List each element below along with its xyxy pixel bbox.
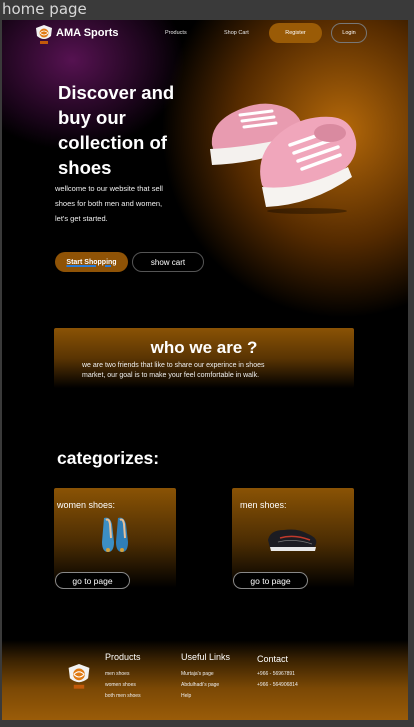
logo-icon xyxy=(36,25,52,44)
page-frame: AMA Sports Products Shop Cart Register L… xyxy=(2,20,408,720)
about-text-line: market, our goal is to make your feel co… xyxy=(82,372,260,379)
hero-title-line: buy our xyxy=(58,107,126,128)
go-to-men-page-button[interactable]: go to page xyxy=(233,572,308,589)
about-text-line: we are two friends that like to share ou… xyxy=(82,362,265,369)
hero-title: Discover and buy our collection of shoes xyxy=(58,80,198,180)
women-shoes-image xyxy=(102,517,128,552)
footer-link-both-shoes[interactable]: both men shoes xyxy=(105,693,141,699)
footer-link-murtaja[interactable]: Murtaja's page xyxy=(181,671,214,677)
hero-text-line: wellcome to our website that sell xyxy=(55,184,163,193)
window-title: home page xyxy=(2,0,87,18)
footer-phone: +966 - 56967891 xyxy=(257,671,295,677)
hero-text-line: shoes for both men and women, xyxy=(55,199,163,208)
hero-title-line: collection of xyxy=(58,132,167,153)
hero-title-line: shoes xyxy=(58,157,112,178)
start-shopping-button[interactable]: Start Shopping xyxy=(55,252,128,272)
footer-products-title: Products xyxy=(105,652,141,662)
go-to-women-page-button[interactable]: go to page xyxy=(55,572,130,589)
men-shoes-image xyxy=(268,529,317,551)
footer-phone: +966 - 564906814 xyxy=(257,682,298,688)
footer-link-men-shoes[interactable]: men shoes xyxy=(105,671,129,677)
register-button[interactable]: Register xyxy=(269,23,322,43)
category-label: men shoes: xyxy=(240,500,287,510)
footer-link-help[interactable]: Help xyxy=(181,693,191,699)
nav-products[interactable]: Products xyxy=(165,30,187,36)
footer: Products men shoes women shoes both men … xyxy=(2,640,408,720)
footer-link-abdulhadi[interactable]: Abdulhadi's page xyxy=(181,682,219,688)
login-button[interactable]: Login xyxy=(331,23,367,43)
footer-link-women-shoes[interactable]: women shoes xyxy=(105,682,136,688)
categories-title: categorizes: xyxy=(57,448,160,468)
show-cart-button[interactable]: show cart xyxy=(132,252,204,272)
nav-shop-cart[interactable]: Shop Cart xyxy=(224,30,249,36)
about-section: who we are ? we are two friends that lik… xyxy=(54,328,354,388)
hero-description: wellcome to our website that sell shoes … xyxy=(55,181,195,226)
about-title: who we are ? xyxy=(150,338,258,357)
category-label: women shoes: xyxy=(57,500,116,510)
about-text: we are two friends that like to share ou… xyxy=(82,361,322,381)
hero-text-line: let's get started. xyxy=(55,214,108,223)
footer-links-title: Useful Links xyxy=(181,652,231,662)
brand-name[interactable]: AMA Sports xyxy=(56,27,119,39)
pink-shoes-image xyxy=(210,103,357,214)
start-shopping-label: Start Shopping xyxy=(66,258,117,266)
footer-contact-title: Contact xyxy=(257,654,289,664)
hero-title-line: Discover and xyxy=(58,82,175,103)
footer-logo-icon xyxy=(68,664,90,689)
